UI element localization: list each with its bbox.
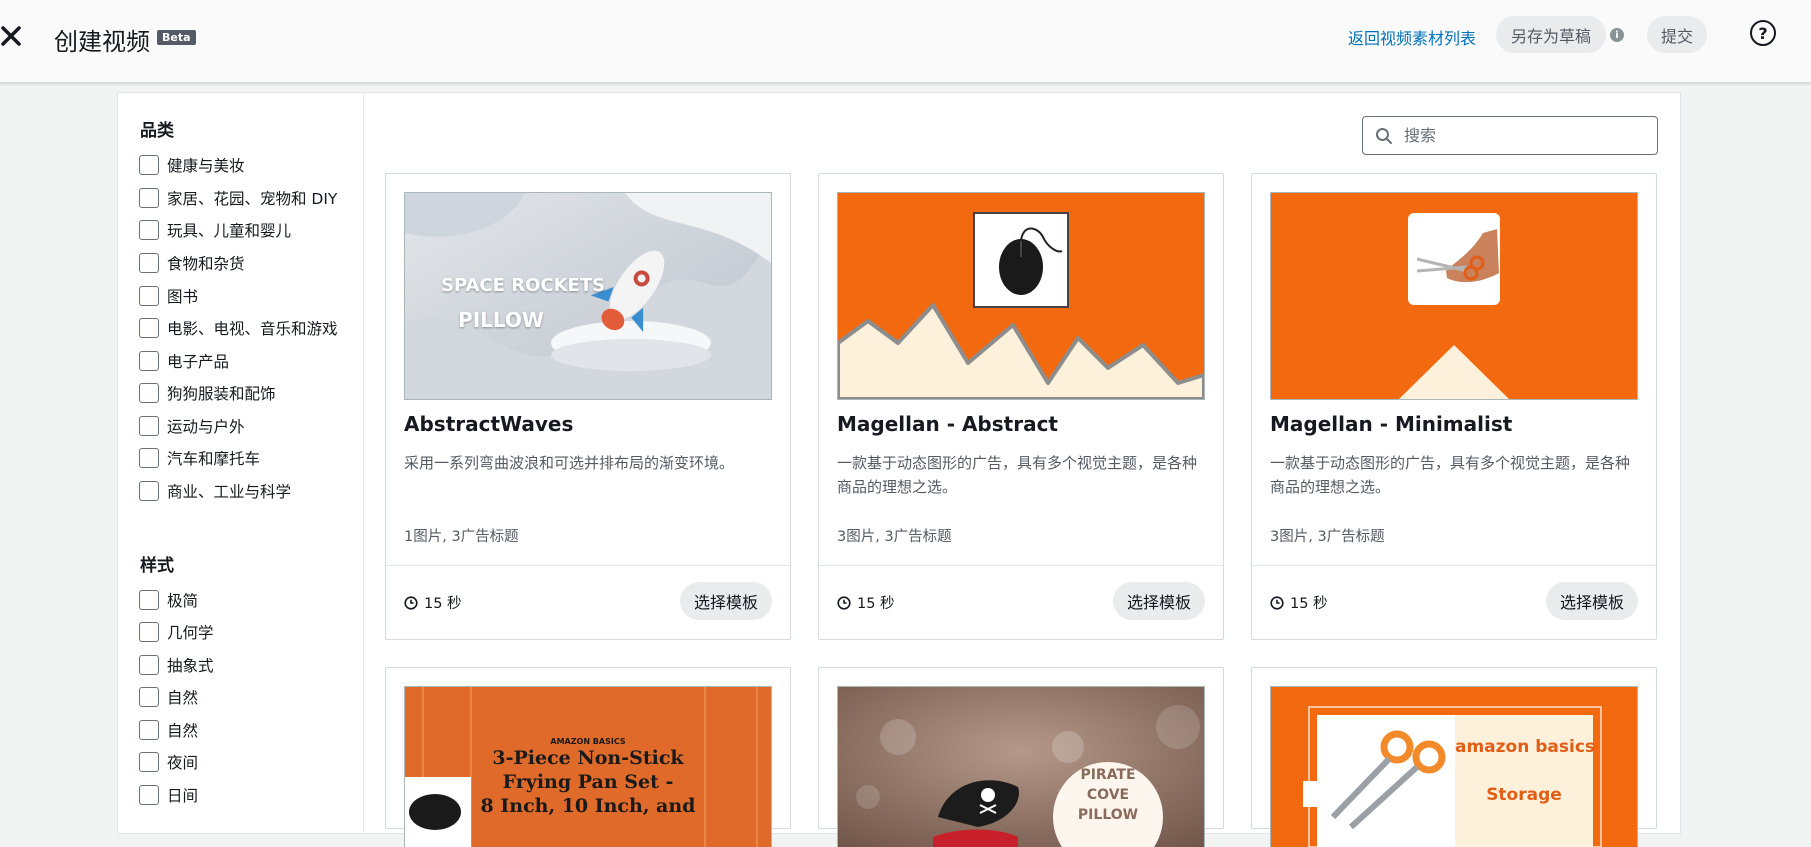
- style-filter-title: 样式: [140, 556, 174, 576]
- checkbox[interactable]: [139, 590, 159, 610]
- category-filter-title: 品类: [140, 121, 174, 141]
- category-filter-item[interactable]: 汽车和摩托车: [139, 446, 260, 470]
- category-filter-item[interactable]: 电子产品: [139, 349, 229, 373]
- template-thumbnail[interactable]: [1270, 192, 1638, 400]
- thumbnail-text: PILLOW: [1077, 807, 1139, 823]
- clock-icon: [837, 595, 851, 610]
- divider: [819, 565, 1223, 566]
- checkbox[interactable]: [139, 785, 159, 805]
- checkbox[interactable]: [139, 752, 159, 772]
- style-filter-item[interactable]: 极简: [139, 588, 198, 612]
- divider: [386, 565, 790, 566]
- search-icon: [1376, 127, 1392, 144]
- category-filter-item[interactable]: 图书: [139, 284, 198, 308]
- checkbox[interactable]: [139, 188, 159, 208]
- card-title: Magellan - Minimalist: [1270, 412, 1513, 436]
- category-filter-item[interactable]: 玩具、儿童和婴儿: [139, 218, 291, 242]
- checkbox[interactable]: [139, 383, 159, 403]
- checkbox[interactable]: [139, 622, 159, 642]
- template-thumbnail[interactable]: [837, 192, 1205, 400]
- checkbox[interactable]: [139, 687, 159, 707]
- search-box[interactable]: [1362, 116, 1658, 155]
- beta-badge: Beta: [157, 30, 196, 45]
- card-description: 采用一系列弯曲波浪和可选并排布局的渐变环境。: [404, 454, 735, 472]
- checkbox[interactable]: [139, 155, 159, 175]
- template-card-abstractwaves[interactable]: SPACE ROCKETS PILLOW AbstractWaves 采用一系列…: [385, 173, 791, 640]
- template-card-magellan-minimalist[interactable]: Magellan - Minimalist 一款基于动态图形的广告，具有多个视觉…: [1251, 173, 1657, 640]
- checkbox[interactable]: [139, 351, 159, 371]
- template-card[interactable]: amazon basics Storage: [1251, 667, 1657, 847]
- select-template-button[interactable]: 选择模板: [1546, 582, 1638, 620]
- card-meta: 3图片, 3广告标题: [1270, 529, 1385, 545]
- template-thumbnail[interactable]: amazon basics Storage: [1270, 686, 1638, 847]
- style-filter-item[interactable]: 抽象式: [139, 653, 214, 677]
- checkbox[interactable]: [139, 318, 159, 338]
- duration: 15 秒: [1270, 592, 1328, 613]
- template-card[interactable]: PIRATE COVE PILLOW: [818, 667, 1224, 847]
- search-input[interactable]: [1402, 125, 1646, 146]
- checkbox[interactable]: [139, 220, 159, 240]
- template-thumbnail[interactable]: PIRATE COVE PILLOW: [837, 686, 1205, 847]
- card-description: 一款基于动态图形的广告，具有多个视觉主题，是各种商品的理想之选。: [1270, 454, 1631, 496]
- close-icon[interactable]: [0, 18, 26, 54]
- category-filter-item[interactable]: 运动与户外: [139, 414, 245, 438]
- duration: 15 秒: [404, 592, 462, 613]
- thumbnail-text: Frying Pan Set -: [502, 771, 674, 793]
- select-template-button[interactable]: 选择模板: [1113, 582, 1205, 620]
- card-title: Magellan - Abstract: [837, 412, 1058, 436]
- card-description: 一款基于动态图形的广告，具有多个视觉主题，是各种商品的理想之选。: [837, 454, 1198, 496]
- style-filter-item[interactable]: 几何学: [139, 620, 214, 644]
- style-filter-item[interactable]: 日间: [139, 783, 198, 807]
- help-icon[interactable]: ?: [1750, 20, 1776, 46]
- style-filter-item[interactable]: 自然: [139, 718, 198, 742]
- category-filter-item[interactable]: 狗狗服装和配饰: [139, 381, 276, 405]
- thumbnail-text: 8 Inch, 10 Inch, and: [480, 795, 696, 817]
- checkbox[interactable]: [139, 655, 159, 675]
- divider: [1252, 565, 1656, 566]
- thumbnail-text: SPACE ROCKETS: [441, 275, 606, 296]
- checkbox[interactable]: [139, 416, 159, 436]
- thumbnail-text: 3-Piece Non-Stick: [492, 747, 684, 769]
- style-filter-item[interactable]: 夜间: [139, 750, 198, 774]
- card-title: AbstractWaves: [404, 412, 574, 436]
- page-title: 创建视频: [54, 28, 150, 56]
- category-filter-item[interactable]: 电影、电视、音乐和游戏: [139, 316, 338, 340]
- template-thumbnail[interactable]: SPACE ROCKETS PILLOW: [404, 192, 772, 400]
- card-meta: 1图片, 3广告标题: [404, 529, 519, 545]
- style-filter-item[interactable]: 自然: [139, 685, 198, 709]
- card-meta: 3图片, 3广告标题: [837, 529, 952, 545]
- clock-icon: [404, 595, 418, 610]
- thumbnail-text: amazon basics: [1455, 737, 1596, 757]
- clock-icon: [1270, 595, 1284, 610]
- thumbnail-text: PIRATE: [1080, 767, 1136, 783]
- category-filter-item[interactable]: 健康与美妆: [139, 153, 245, 177]
- category-filter-item[interactable]: 商业、工业与科学: [139, 479, 291, 503]
- save-draft-button[interactable]: 另存为草稿: [1496, 16, 1606, 53]
- template-card-magellan-abstract[interactable]: Magellan - Abstract 一款基于动态图形的广告，具有多个视觉主题…: [818, 173, 1224, 640]
- checkbox[interactable]: [139, 286, 159, 306]
- duration: 15 秒: [837, 592, 895, 613]
- select-template-button[interactable]: 选择模板: [680, 582, 772, 620]
- thumbnail-text: PILLOW: [458, 308, 544, 332]
- info-icon[interactable]: i: [1610, 28, 1624, 42]
- checkbox[interactable]: [139, 481, 159, 501]
- thumbnail-text: COVE: [1086, 787, 1130, 803]
- template-card[interactable]: AMAZON BASICS 3-Piece Non-Stick Frying P…: [385, 667, 791, 847]
- back-to-video-list-link[interactable]: 返回视频素材列表: [1348, 25, 1476, 49]
- top-header: 创建视频 Beta 返回视频素材列表 另存为草稿 i 提交 ?: [0, 0, 1811, 83]
- checkbox[interactable]: [139, 720, 159, 740]
- thumbnail-text: AMAZON BASICS: [550, 737, 626, 746]
- template-thumbnail[interactable]: AMAZON BASICS 3-Piece Non-Stick Frying P…: [404, 686, 772, 847]
- checkbox[interactable]: [139, 253, 159, 273]
- checkbox[interactable]: [139, 448, 159, 468]
- category-filter-item[interactable]: 家居、花园、宠物和 DIY: [139, 186, 337, 210]
- thumbnail-text: Storage: [1486, 785, 1562, 805]
- submit-button[interactable]: 提交: [1647, 16, 1707, 53]
- category-filter-item[interactable]: 食物和杂货: [139, 251, 245, 275]
